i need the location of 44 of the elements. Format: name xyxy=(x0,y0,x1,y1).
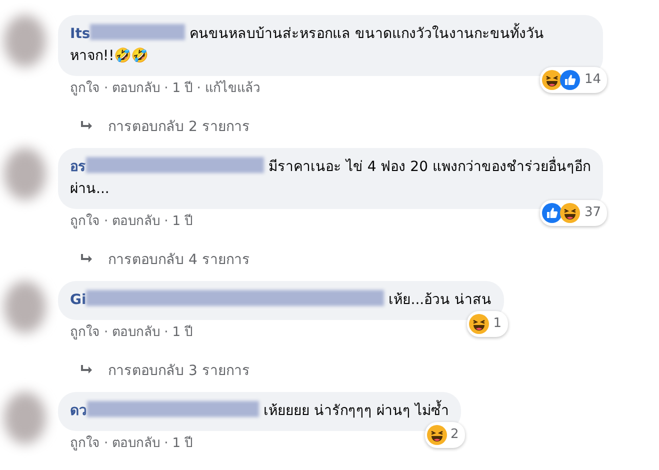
separator: · xyxy=(196,81,201,96)
comment-text: Gi เห้ย...อ้วน น่าสน xyxy=(70,289,492,310)
reply-arrow-icon xyxy=(80,253,94,265)
author-name[interactable]: Gi xyxy=(70,292,86,308)
author-name[interactable]: อร xyxy=(70,159,86,175)
separator: · xyxy=(104,214,108,229)
view-replies-link[interactable]: การตอบกลับ 3 รายการ xyxy=(80,359,250,381)
edited-label: แก้ไขแล้ว xyxy=(204,81,260,96)
comment-text: อร มีราคาเนอะ ไข่ 4 ฟอง 20 แพงกว่าของชำร่วยอื่นๆอีก ผ่าน... xyxy=(70,156,591,200)
separator: · xyxy=(104,325,108,340)
avatar xyxy=(4,148,46,200)
reply-link[interactable]: ตอบกลับ xyxy=(112,436,160,451)
reaction-badge[interactable]: 14 xyxy=(540,67,607,93)
like-link[interactable]: ถูกใจ xyxy=(70,325,100,340)
reply-link[interactable]: ตอบกลับ xyxy=(112,214,160,229)
comment-text: ดว เห้ยยยย น่ารักๆๆๆ ผ่านๆ ไม่ซ้ำ xyxy=(70,400,449,422)
avatar xyxy=(4,15,46,67)
view-replies-link[interactable]: การตอบกลับ 4 รายการ xyxy=(80,248,250,270)
separator: · xyxy=(104,436,108,451)
view-replies-link[interactable]: การตอบกลับ 2 รายการ xyxy=(80,115,250,137)
author-name[interactable]: ดว xyxy=(70,403,87,419)
avatar xyxy=(4,281,46,333)
separator: · xyxy=(164,81,168,96)
reply-link[interactable]: ตอบกลับ xyxy=(112,81,160,96)
like-link[interactable]: ถูกใจ xyxy=(70,81,100,96)
avatar xyxy=(4,392,46,444)
reaction-badge[interactable]: 37 xyxy=(540,200,607,226)
author-name[interactable]: Its xyxy=(70,26,90,42)
comment-text: Its คนขนหลบบ้านส่ะหรอกแล ขนาดแกงวัวในงานกะขนทั้งวัน หาจก!!🤣🤣 xyxy=(70,23,591,67)
separator: · xyxy=(164,214,168,229)
reply-link[interactable]: ตอบกลับ xyxy=(112,325,160,340)
timestamp: 1 ปี xyxy=(172,325,193,340)
reply-arrow-icon xyxy=(80,364,94,376)
separator: · xyxy=(164,436,168,451)
like-link[interactable]: ถูกใจ xyxy=(70,214,100,229)
reply-arrow-icon xyxy=(80,120,94,132)
timestamp: 1 ปี xyxy=(172,214,193,229)
separator: · xyxy=(104,81,108,96)
like-link[interactable]: ถูกใจ xyxy=(70,436,100,451)
timestamp: 1 ปี xyxy=(172,436,193,451)
reaction-badge[interactable]: 2 xyxy=(424,422,465,448)
timestamp: 1 ปี xyxy=(172,81,193,96)
reaction-badge[interactable]: 1 xyxy=(467,311,508,337)
separator: · xyxy=(164,325,168,340)
